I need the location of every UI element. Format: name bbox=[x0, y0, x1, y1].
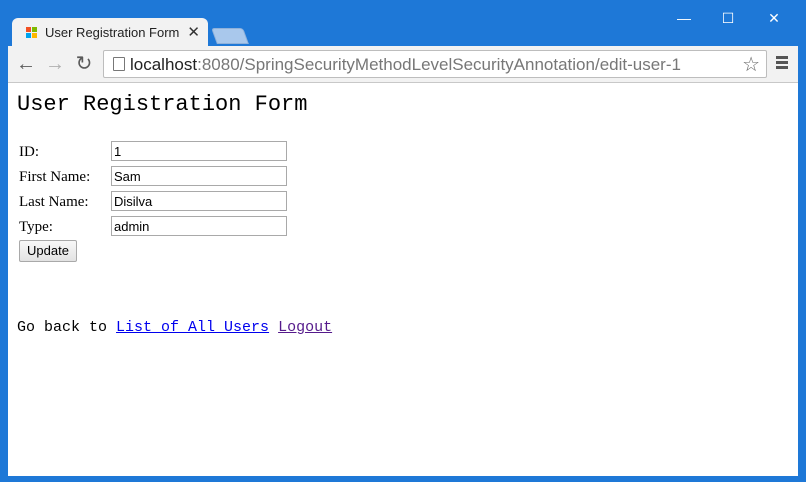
logout-link[interactable]: Logout bbox=[278, 319, 332, 336]
url-host: localhost bbox=[130, 55, 198, 74]
maximize-button[interactable]: ☐ bbox=[706, 6, 750, 30]
go-back-text: Go back to bbox=[17, 319, 108, 336]
browser-toolbar: ← → ↻ localhost:8080/SpringSecurityMetho… bbox=[8, 46, 798, 83]
type-field[interactable] bbox=[111, 216, 287, 236]
address-bar[interactable]: localhost:8080/SpringSecurityMethodLevel… bbox=[103, 50, 767, 78]
type-label: Type: bbox=[19, 219, 53, 235]
new-tab-button[interactable] bbox=[211, 28, 249, 44]
title-bar: User Registration Form ✕ — ☐ ✕ bbox=[0, 0, 806, 46]
tab-title: User Registration Form bbox=[45, 25, 180, 40]
footer-nav: Go back to List of All Users Logout bbox=[17, 319, 332, 336]
last-name-field[interactable] bbox=[111, 191, 287, 211]
id-field[interactable] bbox=[111, 141, 287, 161]
list-all-users-link[interactable]: List of All Users bbox=[116, 319, 269, 336]
forward-icon[interactable]: → bbox=[45, 54, 65, 74]
reload-icon[interactable]: ↻ bbox=[74, 54, 94, 74]
page-content: User Registration Form ID: First Name: L… bbox=[8, 83, 798, 476]
id-label: ID: bbox=[19, 144, 39, 160]
page-title: User Registration Form bbox=[17, 92, 308, 117]
favicon-icon bbox=[26, 27, 37, 38]
back-icon[interactable]: ← bbox=[16, 54, 36, 74]
tab-close-icon[interactable]: ✕ bbox=[187, 23, 200, 41]
menu-icon[interactable] bbox=[776, 56, 788, 70]
first-name-field[interactable] bbox=[111, 166, 287, 186]
bookmark-star-icon[interactable]: ☆ bbox=[742, 52, 760, 77]
minimize-button[interactable]: — bbox=[662, 6, 706, 30]
browser-window: User Registration Form ✕ — ☐ ✕ ← → ↻ loc… bbox=[0, 0, 806, 482]
page-icon bbox=[113, 57, 125, 71]
close-window-button[interactable]: ✕ bbox=[752, 6, 796, 30]
update-button[interactable]: Update bbox=[19, 240, 77, 262]
last-name-label: Last Name: bbox=[19, 194, 89, 210]
tab-active[interactable]: User Registration Form ✕ bbox=[12, 18, 208, 46]
first-name-label: First Name: bbox=[19, 169, 91, 185]
url-text[interactable]: localhost:8080/SpringSecurityMethodLevel… bbox=[130, 55, 681, 75]
url-path: :8080/SpringSecurityMethodLevelSecurityA… bbox=[197, 55, 681, 74]
